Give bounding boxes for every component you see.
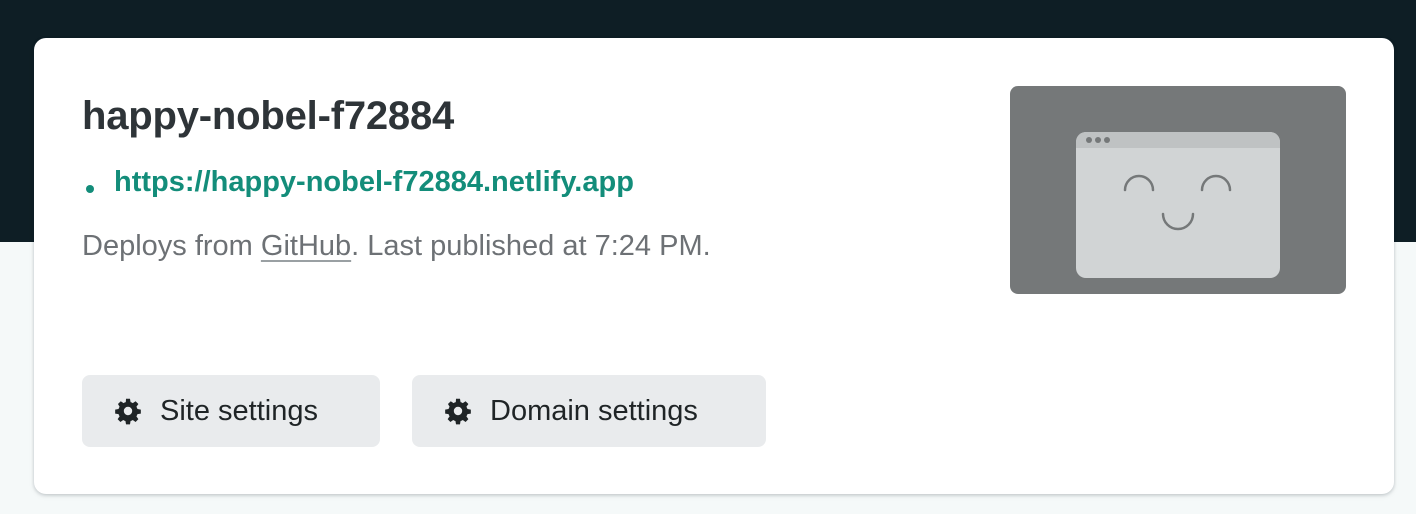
site-settings-button[interactable]: Site settings xyxy=(82,375,380,447)
deploy-info-prefix: Deploys from xyxy=(82,230,261,262)
site-url-link[interactable]: https://happy-nobel-f72884.netlify.app xyxy=(114,166,634,199)
gear-icon xyxy=(445,398,471,425)
site-name[interactable]: happy-nobel-f72884 xyxy=(82,94,454,139)
site-url-row: https://happy-nobel-f72884.netlify.app xyxy=(86,166,634,199)
site-preview-thumbnail[interactable] xyxy=(1010,86,1346,294)
status-dot-icon xyxy=(86,184,94,193)
domain-settings-button[interactable]: Domain settings xyxy=(412,375,766,447)
smiley-browser-icon xyxy=(1076,132,1280,278)
deploy-info-suffix: . Last published at 7:24 PM. xyxy=(351,230,711,262)
site-card: happy-nobel-f72884 https://happy-nobel-f… xyxy=(34,38,1394,494)
domain-settings-label: Domain settings xyxy=(490,394,698,427)
gear-icon xyxy=(115,398,141,425)
site-settings-label: Site settings xyxy=(160,394,318,427)
deploy-provider-link[interactable]: GitHub xyxy=(261,230,351,262)
deploy-info: Deploys from GitHub. Last published at 7… xyxy=(82,230,711,263)
